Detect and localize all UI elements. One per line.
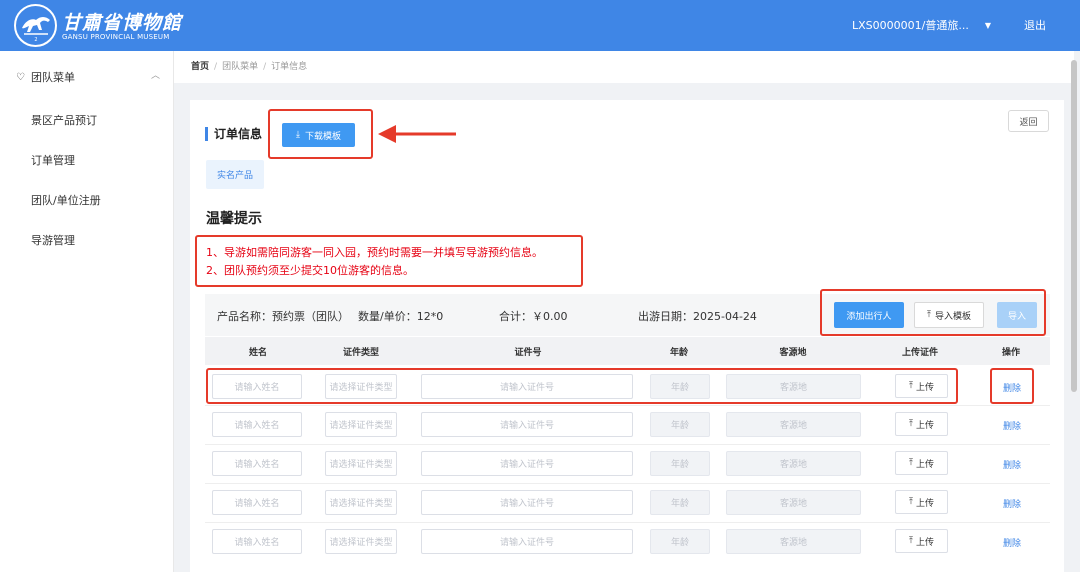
svg-text:2: 2 [34,37,37,43]
column-header-name: 姓名 [248,348,268,358]
upload-id-button[interactable]: ⤒ 上传 [895,529,948,553]
return-button[interactable]: 返回 [1008,110,1049,132]
product-total: 合计：￥0.00 [499,310,568,323]
highlight-box [990,368,1034,404]
name-input[interactable]: 请输入姓名 [212,490,302,515]
id-type-select[interactable]: 请选择证件类型 [325,529,397,554]
column-header-id-type: 证件类型 [342,348,380,358]
breadcrumb-current: 订单信息 [271,62,308,72]
origin-field: 客源地 [726,451,861,476]
name-input[interactable]: 请输入姓名 [212,529,302,554]
origin-field: 客源地 [726,490,861,515]
logout-link[interactable]: 退出 [1024,17,1046,33]
sidebar: ♡ 团队菜单 ︿ 景区产品预订 订单管理 团队/单位注册 导游管理 [0,51,174,572]
highlight-box [195,235,583,287]
upload-label: 上传 [915,459,934,470]
breadcrumb-home[interactable]: 首页 [191,62,209,72]
upload-id-button[interactable]: ⤒ 上传 [895,412,948,436]
upload-icon: ⤒ [909,497,913,507]
id-number-input[interactable]: 请输入证件号 [421,451,633,476]
annotation-arrow-icon [378,125,456,143]
tips-title: 温馨提示 [206,211,262,227]
age-field: 年龄 [650,412,710,437]
museum-name-en: GANSU PROVINCIAL MUSEUM [62,33,170,41]
breadcrumb-team-menu[interactable]: 团队菜单 [222,62,258,72]
user-account-label: LXS0000001/普通旅... [852,19,969,32]
row-divider [205,444,1050,445]
row-divider [205,483,1050,484]
column-header-upload: 上传证件 [901,348,939,358]
id-type-select[interactable]: 请选择证件类型 [325,451,397,476]
upload-label: 上传 [915,498,934,509]
age-field: 年龄 [650,490,710,515]
breadcrumb-separator: / [263,62,267,72]
origin-field: 客源地 [726,412,861,437]
highlight-box [268,109,373,159]
upload-icon: ⤒ [909,536,913,546]
age-field: 年龄 [650,529,710,554]
id-number-input[interactable]: 请输入证件号 [421,490,633,515]
upload-label: 上传 [915,537,934,548]
museum-name: 甘肅省博物館 [62,12,183,34]
id-type-select[interactable]: 请选择证件类型 [325,490,397,515]
row-divider [205,405,1050,406]
heart-icon: ♡ [16,71,25,83]
name-input[interactable]: 请输入姓名 [212,451,302,476]
id-number-input[interactable]: 请输入证件号 [421,412,633,437]
id-type-select[interactable]: 请选择证件类型 [325,412,397,437]
column-header-origin: 客源地 [779,348,807,358]
upload-icon: ⤒ [909,419,913,429]
sidebar-item-product-booking[interactable]: 景区产品预订 [31,112,97,128]
delete-link[interactable]: 删除 [1003,458,1021,471]
upload-id-button[interactable]: ⤒ 上传 [895,490,948,514]
delete-link[interactable]: 删除 [1003,536,1021,549]
product-name: 产品名称：预约票（团队） [217,310,349,323]
page-scrollbar[interactable] [1071,60,1077,392]
delete-link[interactable]: 删除 [1003,497,1021,510]
name-input[interactable]: 请输入姓名 [212,412,302,437]
caret-down-icon: ▼ [984,20,991,30]
top-header: 2 甘肅省博物館 GANSU PROVINCIAL MUSEUM LXS0000… [0,0,1080,51]
column-header-age: 年龄 [669,348,689,358]
age-field: 年龄 [650,451,710,476]
sidebar-group-label: 团队菜单 [30,71,75,84]
product-quantity: 数量/单价：12*0 [358,310,444,323]
sidebar-item-order-management[interactable]: 订单管理 [31,152,75,168]
section-title: 订单信息 [205,127,262,141]
breadcrumb: 首页 / 团队菜单 / 订单信息 [174,51,1074,83]
upload-icon: ⤒ [909,458,913,468]
highlight-box [206,368,958,404]
column-header-actions: 操作 [1001,348,1021,358]
user-account-menu[interactable]: LXS0000001/普通旅... ▼ [852,17,991,33]
sidebar-group-team-menu[interactable]: ♡ 团队菜单 ︿ [16,69,164,85]
museum-logo-icon: 2 [14,4,57,47]
product-tag-real-name[interactable]: 实名产品 [206,160,264,189]
origin-field: 客源地 [726,529,861,554]
upload-label: 上传 [915,420,934,431]
upload-id-button[interactable]: ⤒ 上传 [895,451,948,475]
delete-link[interactable]: 删除 [1003,419,1021,432]
sidebar-item-guide-management[interactable]: 导游管理 [31,232,75,248]
sidebar-item-team-registration[interactable]: 团队/单位注册 [31,192,101,208]
column-header-id-number: 证件号 [514,348,542,358]
id-number-input[interactable]: 请输入证件号 [421,529,633,554]
chevron-up-icon: ︿ [150,71,160,81]
travel-date: 出游日期：2025-04-24 [638,310,757,323]
highlight-box [820,289,1046,336]
breadcrumb-separator: / [214,62,218,72]
row-divider [205,522,1050,523]
